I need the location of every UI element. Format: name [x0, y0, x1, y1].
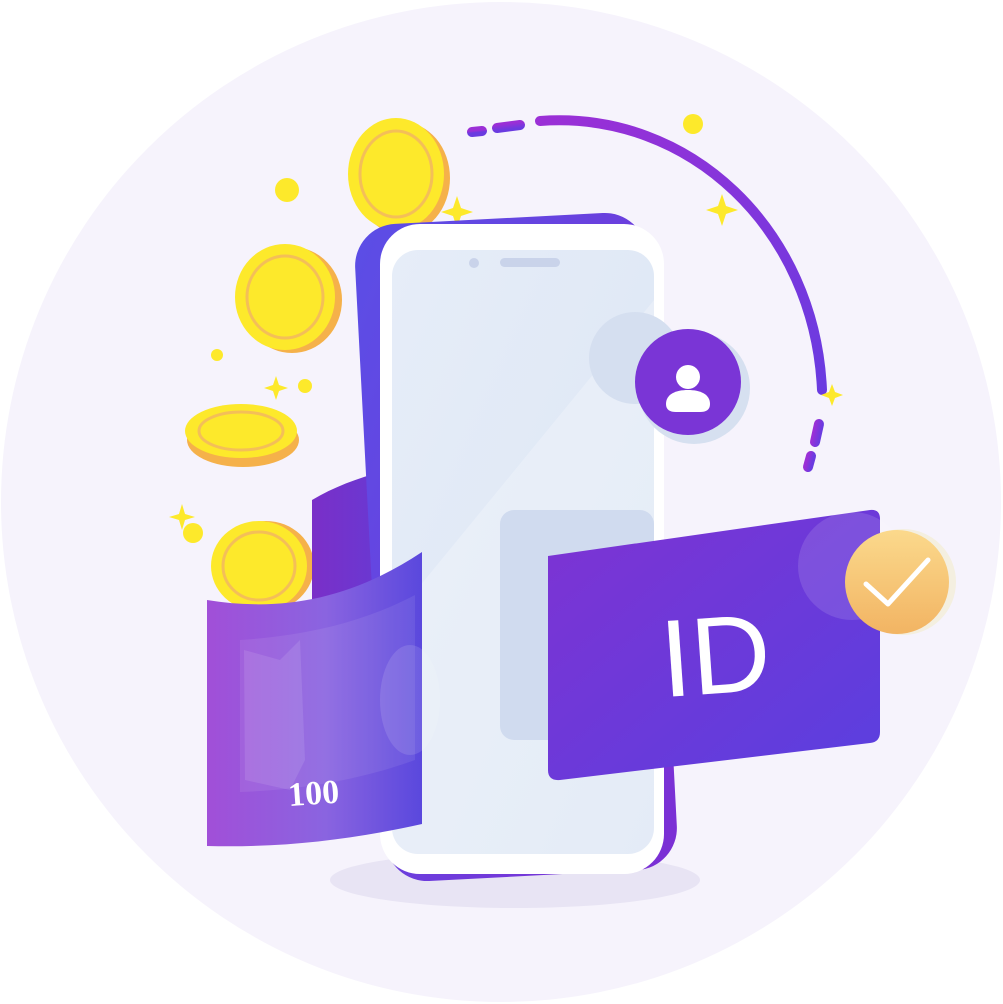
id-card: ID	[548, 509, 906, 781]
verified-badge	[845, 529, 956, 635]
banknote-value: 100	[287, 774, 340, 814]
id-card-label: ID	[656, 591, 774, 721]
identity-verification-illustration: ID 100	[1, 2, 1001, 1002]
